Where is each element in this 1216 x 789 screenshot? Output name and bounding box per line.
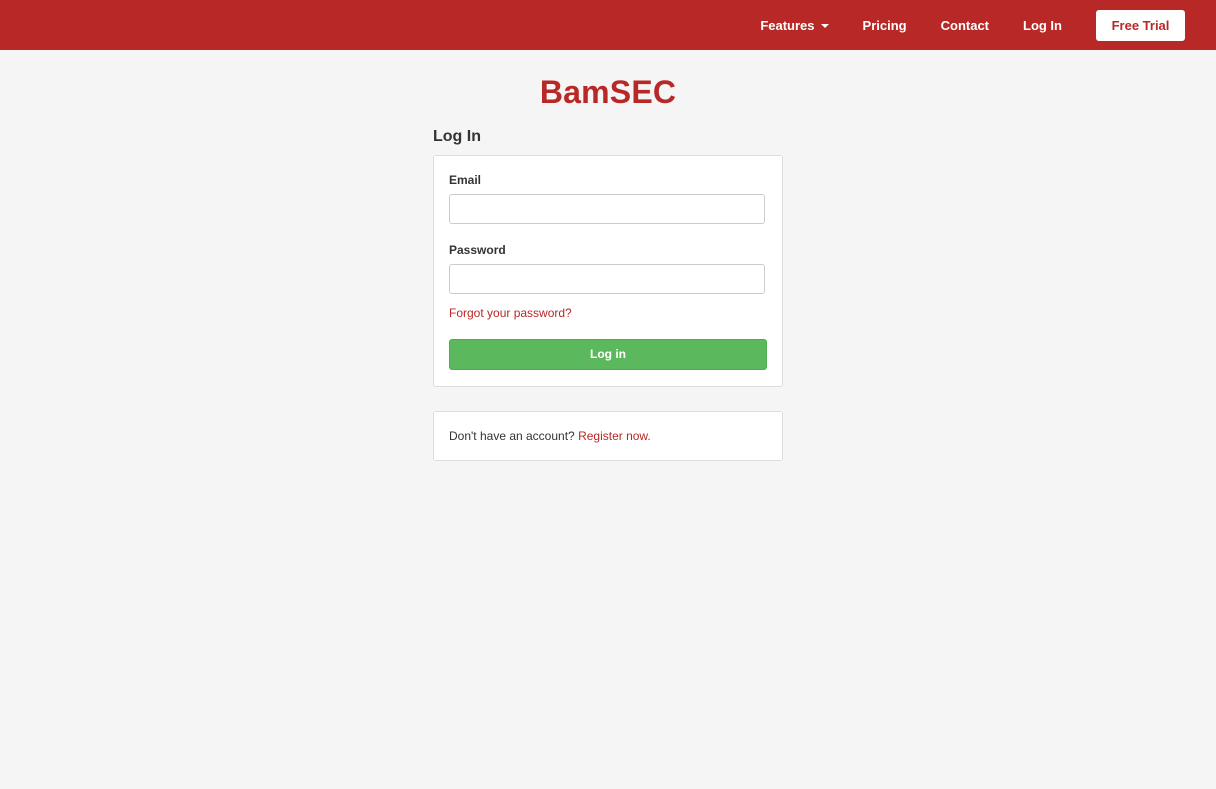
nav-login-link[interactable]: Log In [1023, 18, 1062, 33]
login-form-panel: Email Password Forgot your password? Log… [433, 155, 783, 387]
password-field[interactable] [449, 264, 765, 294]
free-trial-button[interactable]: Free Trial [1096, 9, 1185, 41]
forgot-password-link[interactable]: Forgot your password? [449, 306, 572, 320]
register-panel: Don't have an account? Register now. [433, 411, 783, 461]
register-prompt: Don't have an account? [449, 429, 575, 443]
bamsec-logo[interactable]: BamSEC [0, 74, 1216, 111]
nav-pricing-link[interactable]: Pricing [863, 18, 907, 33]
login-submit-button[interactable]: Log in [449, 339, 767, 370]
email-label: Email [449, 173, 482, 187]
password-label: Password [449, 243, 506, 257]
login-heading: Log In [433, 128, 481, 145]
nav-features-dropdown[interactable]: Features [760, 17, 829, 33]
register-link[interactable]: Register now. [578, 429, 651, 443]
top-navbar: Features Pricing Contact Log In Free Tri… [0, 0, 1216, 50]
register-row: Don't have an account? Register now. [449, 429, 651, 443]
nav-contact-link[interactable]: Contact [941, 18, 989, 33]
main-nav: Features Pricing Contact Log In Free Tri… [760, 0, 1185, 50]
caret-down-icon [820, 24, 829, 28]
nav-features-label: Features [760, 17, 815, 33]
email-field[interactable] [449, 194, 765, 224]
